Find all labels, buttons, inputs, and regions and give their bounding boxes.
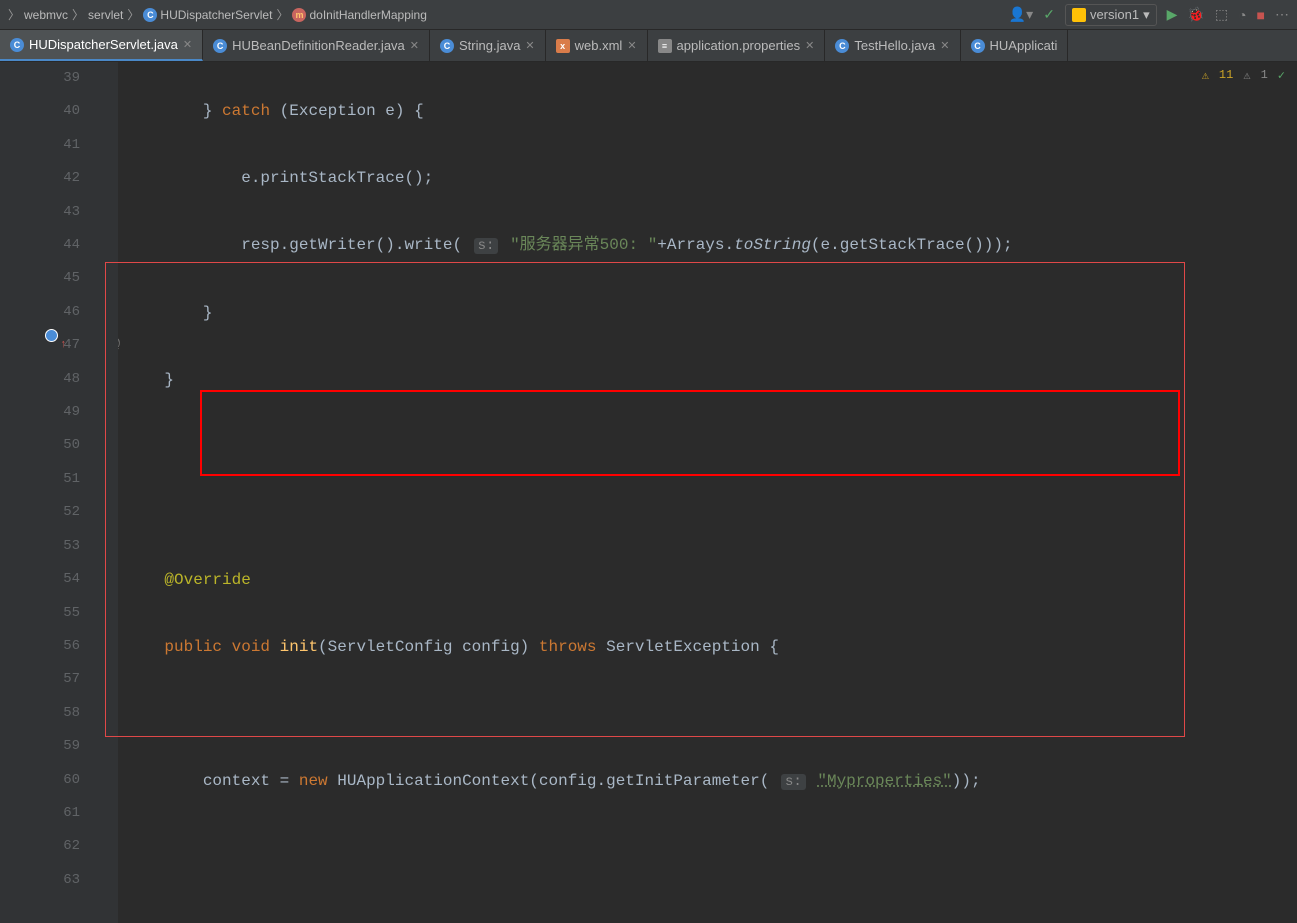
tab-webxml[interactable]: x web.xml ✕ <box>546 30 648 61</box>
code-area[interactable]: } catch (Exception e) { e.printStackTrac… <box>118 62 1297 923</box>
parameter-hint: s: <box>781 774 806 790</box>
code-line: context = new HUApplicationContext(confi… <box>126 765 1297 799</box>
java-class-icon: C <box>440 39 454 53</box>
breadcrumb-sep-icon: 〉 <box>8 6 20 23</box>
coverage-icon[interactable]: ⬚ <box>1215 6 1228 23</box>
toolbar: 〉 webmvc 〉 servlet 〉 C HUDispatcherServl… <box>0 0 1297 30</box>
class-icon: C <box>143 8 157 22</box>
profiler-icon[interactable]: ◔ <box>1238 7 1246 23</box>
more-icon[interactable]: ⋯ <box>1275 6 1289 23</box>
parameter-hint: s: <box>474 238 499 254</box>
close-icon[interactable]: ✕ <box>183 38 192 51</box>
breadcrumb-sep-icon: 〉 <box>276 6 288 23</box>
close-icon[interactable]: ✕ <box>627 39 636 52</box>
xml-icon: x <box>556 39 570 53</box>
tab-string[interactable]: C String.java ✕ <box>430 30 546 61</box>
method-icon: m <box>292 8 306 22</box>
warning-icon: ⚠ <box>1202 68 1209 83</box>
code-line <box>126 832 1297 865</box>
tab-hudispatcher[interactable]: C HUDispatcherServlet.java ✕ <box>0 30 203 61</box>
java-class-icon: C <box>835 39 849 53</box>
toolbar-right: 👤▾ ✓ version1 ▾ ▶ 🐞 ⬚ ◔ ■ ⋯ <box>1009 4 1289 26</box>
inspection-widget[interactable]: ⚠11 ⚠1 ✓ <box>1202 68 1285 83</box>
java-class-icon: C <box>971 39 985 53</box>
code-line: resp.getWriter().write( s: "服务器异常500: "+… <box>126 229 1297 263</box>
checkmark-icon: ✓ <box>1278 68 1285 83</box>
vcs-checkmark-icon[interactable]: ✓ <box>1043 6 1055 23</box>
run-config-selector[interactable]: version1 ▾ <box>1065 4 1157 26</box>
breadcrumb-servlet[interactable]: servlet <box>88 8 123 22</box>
override-icon[interactable] <box>45 329 58 342</box>
chevron-down-icon: ▾ <box>1143 7 1150 23</box>
code-line: } <box>126 297 1297 330</box>
line-number-gutter: 39 40 41 42 43 44 45 46 47↑@ 48 49 50 51… <box>0 62 100 923</box>
breadcrumb[interactable]: 〉 webmvc 〉 servlet 〉 C HUDispatcherServl… <box>8 6 1005 23</box>
editor-tabs: C HUDispatcherServlet.java ✕ C HUBeanDef… <box>0 30 1297 62</box>
code-line: } <box>126 364 1297 397</box>
debug-icon[interactable]: 🐞 <box>1187 6 1204 23</box>
breadcrumb-method[interactable]: m doInitHandlerMapping <box>292 8 426 22</box>
java-class-icon: C <box>213 39 227 53</box>
properties-icon: ≡ <box>658 39 672 53</box>
weak-warning-icon: ⚠ <box>1243 68 1250 83</box>
up-arrow-icon: ↑ <box>60 329 67 362</box>
code-line <box>126 497 1297 530</box>
code-line <box>126 430 1297 463</box>
stop-icon[interactable]: ■ <box>1257 7 1265 23</box>
tomcat-icon <box>1072 8 1086 22</box>
fold-column <box>100 62 118 923</box>
tab-huapp[interactable]: C HUApplicati <box>961 30 1069 61</box>
breadcrumb-sep-icon: 〉 <box>127 6 139 23</box>
breadcrumb-sep-icon: 〉 <box>72 6 84 23</box>
code-line: public void init(ServletConfig config) t… <box>126 631 1297 664</box>
tab-testhello[interactable]: C TestHello.java ✕ <box>825 30 960 61</box>
tab-appprops[interactable]: ≡ application.properties ✕ <box>648 30 826 61</box>
close-icon[interactable]: ✕ <box>525 39 534 52</box>
tab-hubean[interactable]: C HUBeanDefinitionReader.java ✕ <box>203 30 430 61</box>
breadcrumb-webmvc[interactable]: webmvc <box>24 8 68 22</box>
user-icon[interactable]: 👤▾ <box>1009 6 1033 23</box>
code-line: e.printStackTrace(); <box>126 162 1297 195</box>
run-icon[interactable]: ▶ <box>1167 6 1178 23</box>
breadcrumb-class[interactable]: C HUDispatcherServlet <box>143 8 272 22</box>
code-line: } catch (Exception e) { <box>126 95 1297 128</box>
close-icon[interactable]: ✕ <box>940 39 949 52</box>
code-line: @Override <box>126 564 1297 597</box>
editor[interactable]: 39 40 41 42 43 44 45 46 47↑@ 48 49 50 51… <box>0 62 1297 923</box>
close-icon[interactable]: ✕ <box>805 39 814 52</box>
code-line <box>126 899 1297 923</box>
code-line <box>126 698 1297 731</box>
close-icon[interactable]: ✕ <box>410 39 419 52</box>
java-class-icon: C <box>10 38 24 52</box>
